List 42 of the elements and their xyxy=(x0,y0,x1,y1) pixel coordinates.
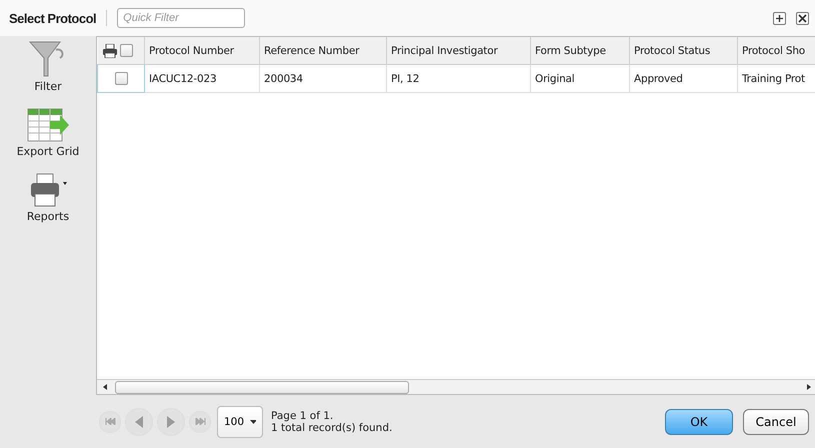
table-cell: IACUC12-023 xyxy=(149,72,216,84)
record-count: 1 total record(s) found. xyxy=(271,422,392,434)
select-all-checkbox[interactable] xyxy=(120,44,132,57)
first-page-button[interactable] xyxy=(99,410,121,432)
spreadsheet-arrow-icon xyxy=(26,107,70,143)
page-info: Page 1 of 1. xyxy=(271,410,334,422)
right-triangle-icon xyxy=(166,416,176,428)
scroll-right-icon[interactable] xyxy=(805,383,813,391)
column-header[interactable]: Protocol Number xyxy=(144,37,260,64)
page-size-dropdown[interactable]: 100 xyxy=(217,406,263,438)
add-button[interactable] xyxy=(773,12,786,24)
printer-icon[interactable] xyxy=(102,44,118,58)
column-header[interactable]: Principal Investigator xyxy=(386,37,530,64)
caret-icon xyxy=(250,420,256,424)
next-page-button[interactable] xyxy=(157,408,185,436)
table-cell: Approved xyxy=(634,72,683,84)
first-page-icon xyxy=(104,418,116,425)
row-checkbox[interactable] xyxy=(114,72,128,85)
export-tool-button[interactable]: Export Grid xyxy=(16,107,80,158)
reports-tool-button[interactable]: Reports xyxy=(26,172,70,223)
left-triangle-icon xyxy=(134,416,144,428)
table-cell: Original xyxy=(535,72,574,84)
ok-button[interactable]: OK xyxy=(665,408,733,434)
table-cell: 200034 xyxy=(264,72,303,84)
plus-icon xyxy=(775,14,784,22)
filter-tool-button[interactable]: Filter xyxy=(28,40,68,93)
previous-page-button[interactable] xyxy=(125,408,153,436)
table-cell: PI, 12 xyxy=(391,72,420,84)
column-header[interactable]: Form Subtype xyxy=(530,37,630,64)
cancel-button[interactable]: Cancel xyxy=(743,408,809,434)
scroll-left-icon[interactable] xyxy=(101,383,109,391)
horizontal-scrollbar[interactable] xyxy=(97,379,815,394)
close-icon xyxy=(798,14,807,22)
dialog-title: Select Protocol xyxy=(9,10,96,26)
last-page-button[interactable] xyxy=(189,410,211,432)
quick-filter-field[interactable]: Quick Filter xyxy=(117,8,246,28)
column-header[interactable]: Protocol Sho xyxy=(738,37,815,64)
table-cell: Training Prot xyxy=(742,72,805,84)
last-page-icon xyxy=(194,418,206,425)
close-button[interactable] xyxy=(796,12,809,24)
column-header[interactable]: Protocol Status xyxy=(630,37,738,64)
column-header[interactable]: Reference Number xyxy=(260,37,386,64)
